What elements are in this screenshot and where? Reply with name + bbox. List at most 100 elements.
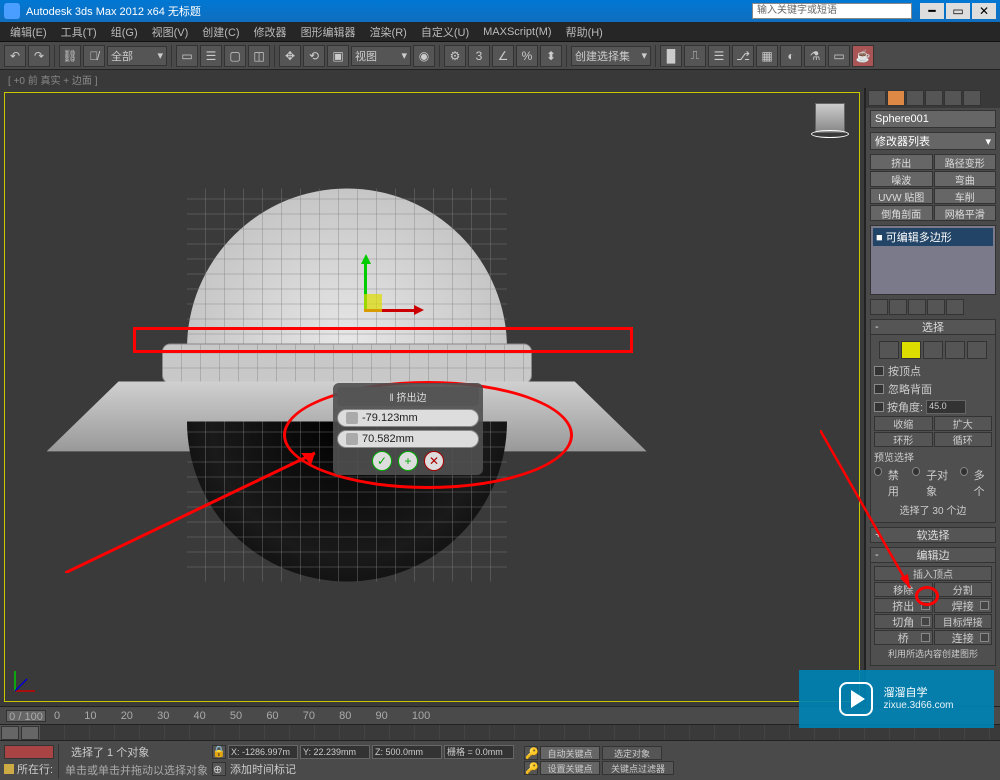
render-setup-button[interactable]: ⚗	[804, 45, 826, 67]
tab-create[interactable]	[868, 90, 886, 106]
redo-button[interactable]: ↷	[28, 45, 50, 67]
material-editor-button[interactable]: ◐	[780, 45, 802, 67]
caddy-apply-button[interactable]: +	[398, 451, 418, 471]
angle-input[interactable]: 45.0	[926, 400, 966, 414]
selection-set-dropdown[interactable]: 创建选择集▾	[571, 46, 651, 66]
snap-button[interactable]: 3	[468, 45, 490, 67]
connect-settings-button[interactable]	[980, 633, 989, 642]
render-button[interactable]: ☕	[852, 45, 874, 67]
make-unique-button[interactable]	[908, 299, 926, 315]
stack-item-epoly[interactable]: ■ 可编辑多边形	[873, 228, 993, 246]
menu-maxscript[interactable]: MAXScript(M)	[483, 26, 551, 38]
manipulate-button[interactable]: ⚙	[444, 45, 466, 67]
grow-button[interactable]: 扩大	[934, 416, 993, 431]
mod-extrude[interactable]: 挤出	[870, 154, 933, 170]
layers-button[interactable]: ☰	[708, 45, 730, 67]
set-key-icon[interactable]: 🔑	[524, 761, 538, 775]
shrink-button[interactable]: 收缩	[874, 416, 933, 431]
configure-button[interactable]	[946, 299, 964, 315]
timeslider-thumb[interactable]: 0 / 100	[6, 710, 46, 722]
schematic-button[interactable]: ▦	[756, 45, 778, 67]
so-border[interactable]	[923, 341, 943, 359]
select-button[interactable]: ▭	[176, 45, 198, 67]
caddy-width-input[interactable]: 70.582mm	[337, 430, 479, 448]
coord-y[interactable]: Y: 22.239mm	[300, 745, 370, 759]
menu-views[interactable]: 视图(V)	[152, 24, 189, 40]
undo-button[interactable]: ↶	[4, 45, 26, 67]
menu-edit[interactable]: 编辑(E)	[10, 24, 47, 40]
so-edge[interactable]	[901, 341, 921, 359]
coord-z[interactable]: Z: 500.0mm	[372, 745, 442, 759]
refcoord-dropdown[interactable]: 视图▾	[351, 46, 411, 66]
trackbar-btn-2[interactable]	[21, 726, 39, 740]
viewcube[interactable]	[815, 103, 845, 133]
percent-snap-button[interactable]: %	[516, 45, 538, 67]
target-weld-button[interactable]: 目标焊接	[934, 614, 993, 629]
radio-multi[interactable]	[960, 467, 968, 476]
spinner-snap-button[interactable]: ⬍	[540, 45, 562, 67]
scale-button[interactable]: ▣	[327, 45, 349, 67]
viewport-canvas[interactable]: ‖ 挤出边 -79.123mm 70.582mm ✓ + ✕	[4, 92, 860, 702]
so-element[interactable]	[967, 341, 987, 359]
angle-snap-button[interactable]: ∠	[492, 45, 514, 67]
mod-bevelprofile[interactable]: 倒角剖面	[870, 205, 933, 221]
object-name-field[interactable]: Sphere001	[870, 110, 996, 128]
help-search-input[interactable]: 输入关键字或短语	[752, 3, 912, 19]
maximize-button[interactable]: ▭	[946, 3, 970, 19]
coord-x[interactable]: X: -1286.997m	[228, 745, 298, 759]
window-crossing-button[interactable]: ◫	[248, 45, 270, 67]
unlink-button[interactable]: ⛓̸	[83, 45, 105, 67]
tab-hierarchy[interactable]	[906, 90, 924, 106]
timetag-icon[interactable]: ⊕	[212, 762, 226, 776]
filter-dropdown[interactable]: 全部▾	[107, 46, 167, 66]
tab-motion[interactable]	[925, 90, 943, 106]
key-mode-icon[interactable]: 🔑	[524, 746, 538, 760]
tab-display[interactable]	[944, 90, 962, 106]
menu-customize[interactable]: 自定义(U)	[421, 24, 469, 40]
tab-utilities[interactable]	[963, 90, 981, 106]
pin-stack-button[interactable]	[870, 299, 888, 315]
key-filters-button[interactable]: 关键点过滤器	[602, 761, 674, 775]
menu-grapheditors[interactable]: 图形编辑器	[301, 24, 356, 40]
viewport[interactable]: ‖ 挤出边 -79.123mm 70.582mm ✓ + ✕	[0, 88, 865, 706]
caddy-title[interactable]: ‖ 挤出边	[337, 387, 479, 406]
ignore-backfacing-check[interactable]: 忽略背面	[874, 380, 992, 398]
minimize-button[interactable]: ━	[920, 3, 944, 19]
chamfer-button[interactable]: 切角	[874, 614, 933, 629]
caddy-ok-button[interactable]: ✓	[372, 451, 392, 471]
menu-modifiers[interactable]: 修改器	[254, 24, 287, 40]
select-region-button[interactable]: ▢	[224, 45, 246, 67]
curve-editor-button[interactable]: ⎇	[732, 45, 754, 67]
by-vertex-check[interactable]: 按顶点	[874, 362, 992, 380]
trackbar-btn-1[interactable]	[1, 726, 19, 740]
align-button[interactable]: ⎍	[684, 45, 706, 67]
move-button[interactable]: ✥	[279, 45, 301, 67]
so-vertex[interactable]	[879, 341, 899, 359]
modifier-stack[interactable]: ■ 可编辑多边形	[870, 225, 996, 295]
mod-uvw[interactable]: UVW 贴图	[870, 188, 933, 204]
mod-pathdeform[interactable]: 路径变形	[934, 154, 997, 170]
auto-key-button[interactable]: 自动关键点	[540, 746, 600, 760]
mod-noise[interactable]: 噪波	[870, 171, 933, 187]
bridge-button[interactable]: 桥	[874, 630, 933, 645]
bridge-settings-button[interactable]	[921, 633, 930, 642]
menu-rendering[interactable]: 渲染(R)	[370, 24, 407, 40]
tab-modify[interactable]	[887, 90, 905, 106]
lock-selection-icon[interactable]: 🔒	[212, 745, 226, 759]
caddy-cancel-button[interactable]: ✕	[424, 451, 444, 471]
chamfer-settings-button[interactable]	[921, 617, 930, 626]
render-frame-button[interactable]: ▭	[828, 45, 850, 67]
split-button[interactable]: 分割	[934, 582, 993, 597]
remove-mod-button[interactable]	[927, 299, 945, 315]
loop-button[interactable]: 循环	[934, 432, 993, 447]
mod-lathe[interactable]: 车削	[934, 188, 997, 204]
mirror-button[interactable]: ▐▌	[660, 45, 682, 67]
connect-button[interactable]: 连接	[934, 630, 993, 645]
rollout-selection-header[interactable]: -选择	[870, 319, 996, 335]
so-polygon[interactable]	[945, 341, 965, 359]
modifier-list-dropdown[interactable]: 修改器列表▾	[870, 132, 996, 150]
show-end-button[interactable]	[889, 299, 907, 315]
weld-settings-button[interactable]	[980, 601, 989, 610]
menu-group[interactable]: 组(G)	[111, 24, 138, 40]
menu-create[interactable]: 创建(C)	[202, 24, 239, 40]
